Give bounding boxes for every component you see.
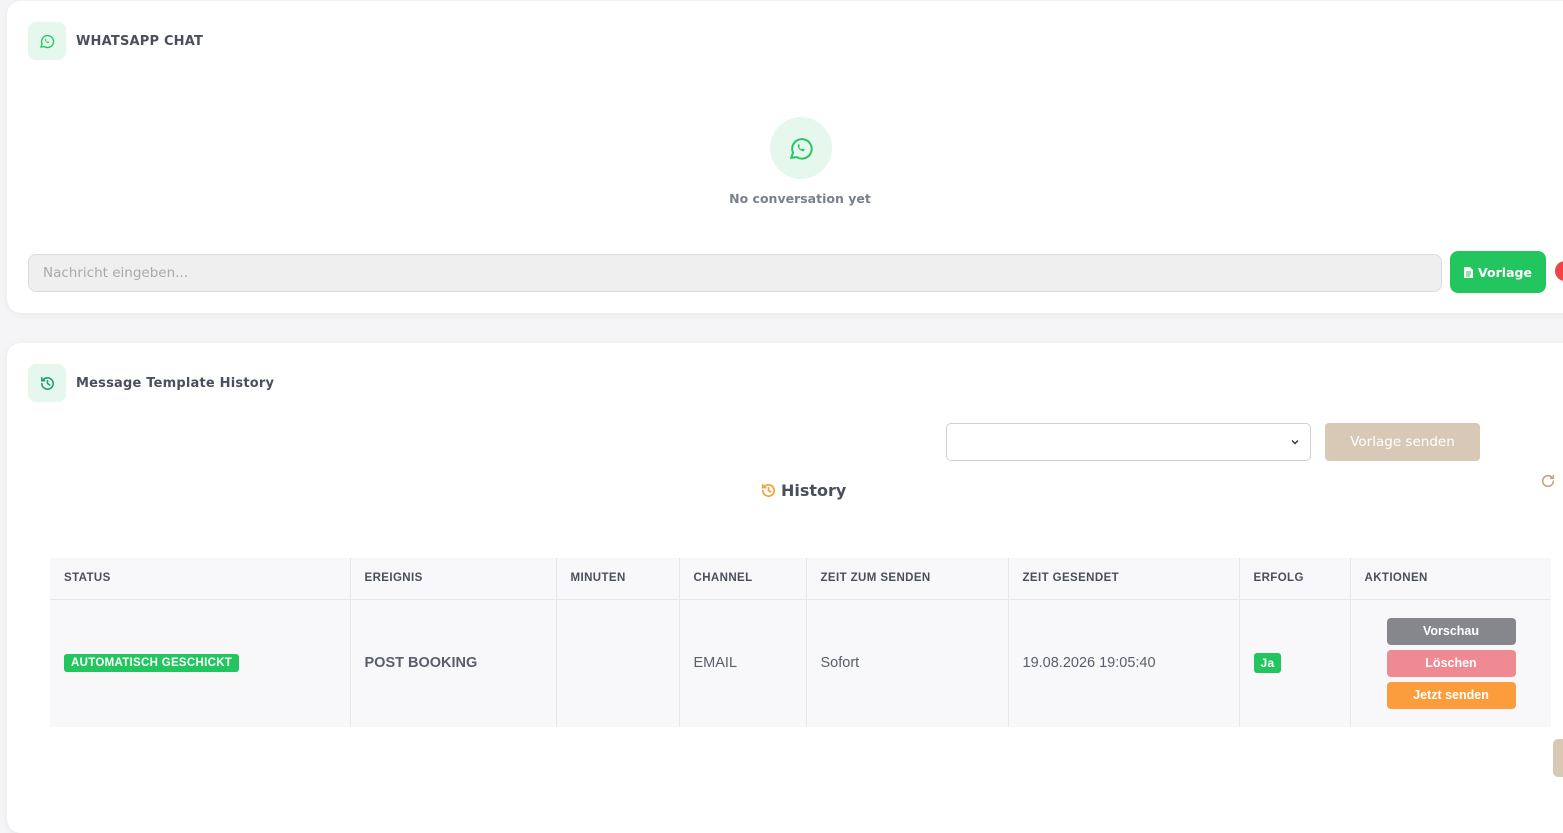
column-header: ZEIT ZUM SENDEN bbox=[806, 558, 1009, 600]
minutes-cell bbox=[556, 599, 680, 727]
history-card-header: Message Template History bbox=[28, 364, 274, 402]
time-sent-cell: 19.08.2026 19:05:40 bbox=[1008, 599, 1240, 727]
whatsapp-icon bbox=[770, 117, 832, 179]
chevron-down-icon bbox=[1291, 440, 1299, 445]
template-history-card: Message Template History Vorlage senden … bbox=[7, 343, 1563, 833]
success-cell: Ja bbox=[1239, 599, 1351, 727]
template-select[interactable] bbox=[946, 423, 1311, 461]
column-header: ZEIT GESENDET bbox=[1008, 558, 1240, 600]
side-tab-button[interactable] bbox=[1553, 739, 1563, 777]
column-header: MINUTEN bbox=[556, 558, 680, 600]
column-header: AKTIONEN bbox=[1350, 558, 1551, 600]
empty-state-text: No conversation yet bbox=[729, 191, 871, 206]
history-heading: History bbox=[760, 481, 846, 500]
chat-title: WHATSAPP CHAT bbox=[76, 33, 204, 49]
message-input[interactable] bbox=[28, 254, 1442, 292]
notification-badge bbox=[1555, 261, 1563, 281]
history-icon bbox=[28, 364, 66, 402]
channel-cell: EMAIL bbox=[679, 599, 807, 727]
column-header: CHANNEL bbox=[679, 558, 807, 600]
history-icon bbox=[761, 483, 776, 497]
time-to-send-cell: Sofort bbox=[806, 599, 1009, 727]
history-title: Message Template History bbox=[76, 375, 275, 391]
status-badge: AUTOMATISCH GESCHICKT bbox=[64, 654, 240, 673]
history-table: STATUS EREIGNIS MINUTEN CHANNEL ZEIT ZUM… bbox=[50, 558, 1551, 727]
whatsapp-icon bbox=[28, 22, 66, 60]
table-row: AUTOMATISCH GESCHICKT POST BOOKING EMAIL… bbox=[50, 599, 1551, 727]
history-heading-label: History bbox=[781, 481, 847, 500]
success-badge: Ja bbox=[1253, 653, 1282, 674]
whatsapp-chat-card: WHATSAPP CHAT No conversation yet Vorlag… bbox=[7, 1, 1563, 313]
template-button-label: Vorlage bbox=[1478, 264, 1532, 280]
event-cell: POST BOOKING bbox=[350, 599, 557, 727]
column-header: EREIGNIS bbox=[350, 558, 557, 600]
column-header: ERFOLG bbox=[1239, 558, 1351, 600]
template-button[interactable]: Vorlage bbox=[1450, 251, 1546, 293]
actions-cell: Vorschau Löschen Jetzt senden bbox=[1350, 599, 1551, 727]
send-now-button[interactable]: Jetzt senden bbox=[1386, 681, 1516, 709]
chat-card-header: WHATSAPP CHAT bbox=[28, 22, 203, 60]
document-icon bbox=[1464, 266, 1474, 278]
table-header-row: STATUS EREIGNIS MINUTEN CHANNEL ZEIT ZUM… bbox=[50, 558, 1551, 600]
delete-button[interactable]: Löschen bbox=[1386, 649, 1516, 677]
send-template-button[interactable]: Vorlage senden bbox=[1325, 423, 1480, 461]
refresh-icon[interactable] bbox=[1540, 473, 1556, 489]
column-header: STATUS bbox=[50, 558, 351, 600]
status-cell: AUTOMATISCH GESCHICKT bbox=[50, 599, 351, 727]
preview-button[interactable]: Vorschau bbox=[1386, 617, 1516, 645]
